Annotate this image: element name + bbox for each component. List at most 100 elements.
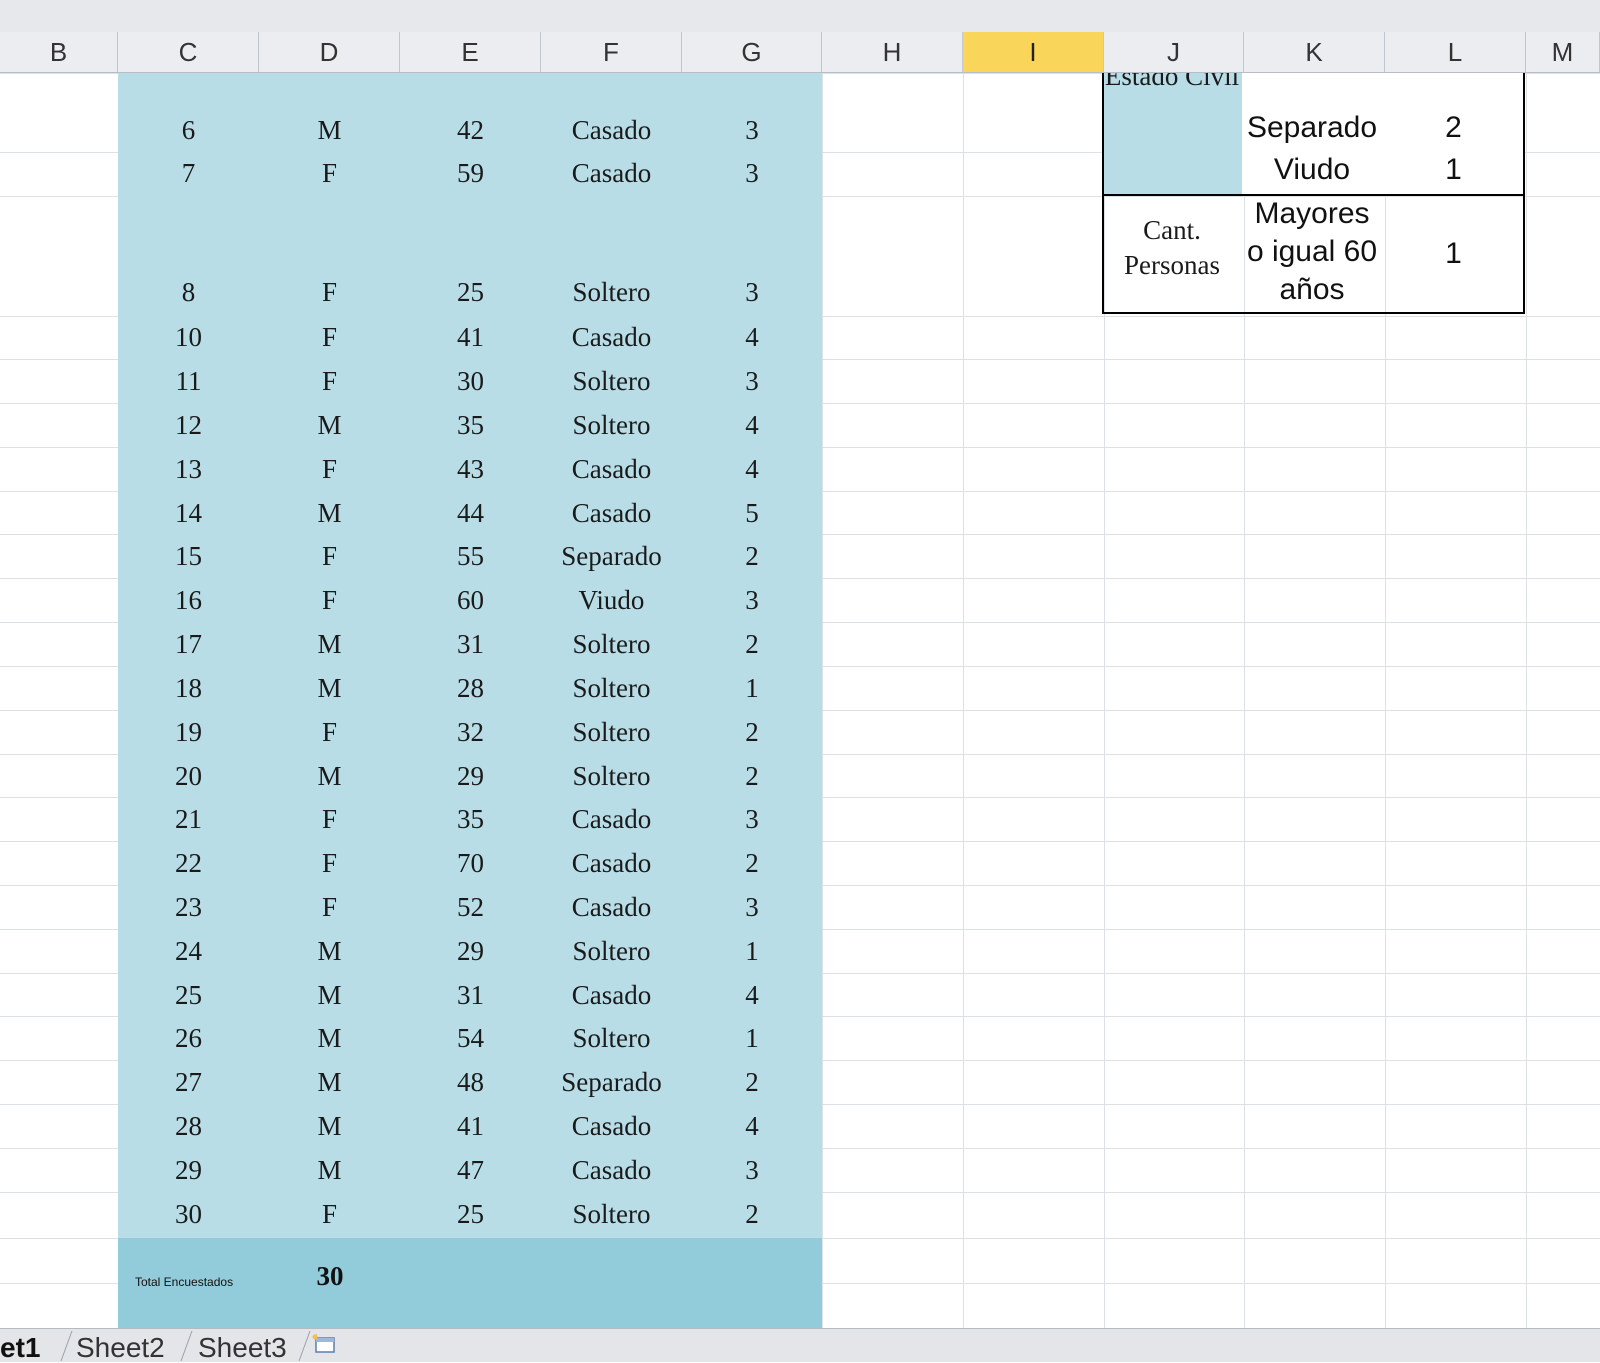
cell-d[interactable]: M — [259, 491, 400, 535]
cell-f[interactable]: Casado — [541, 108, 682, 152]
cell-g[interactable]: 2 — [682, 622, 822, 666]
cell-c[interactable]: 7 — [118, 151, 259, 195]
column-header-d[interactable]: D — [259, 32, 400, 72]
column-header-m[interactable]: M — [1526, 32, 1600, 72]
cell-c[interactable]: 12 — [118, 403, 259, 447]
cell-e[interactable]: 47 — [400, 1148, 541, 1192]
cell-e[interactable]: 29 — [400, 754, 541, 798]
insert-sheet-icon[interactable] — [310, 1333, 338, 1355]
cell-f[interactable]: Soltero — [541, 1192, 682, 1236]
cell-d[interactable]: M — [259, 1148, 400, 1192]
cell-e[interactable]: 35 — [400, 403, 541, 447]
cell-grid[interactable]: 6 M 42 Casado 3 7 F 59 Casado 3 8 F 25 Soltero 3 10 F 41 C… — [0, 73, 1600, 1328]
cell-e[interactable]: 54 — [400, 1016, 541, 1060]
cell-d[interactable]: F — [259, 447, 400, 491]
column-header-e[interactable]: E — [400, 32, 541, 72]
cell-g[interactable]: 3 — [682, 797, 822, 841]
cell-f[interactable]: Soltero — [541, 270, 682, 314]
sheet-tab-3[interactable]: Sheet3 — [198, 1333, 287, 1362]
cell-e[interactable]: 41 — [400, 1104, 541, 1148]
column-header-g[interactable]: G — [682, 32, 822, 72]
cell-f[interactable]: Soltero — [541, 666, 682, 710]
cell-g[interactable]: 3 — [682, 578, 822, 622]
cell-f[interactable]: Casado — [541, 797, 682, 841]
cell-g[interactable]: 2 — [682, 534, 822, 578]
cell-d[interactable]: F — [259, 315, 400, 359]
cell-d[interactable]: M — [259, 666, 400, 710]
column-header-b[interactable]: B — [0, 32, 118, 72]
cell-c[interactable]: 11 — [118, 359, 259, 403]
cell-g[interactable]: 4 — [682, 973, 822, 1017]
cell-e[interactable]: 32 — [400, 710, 541, 754]
cell-g[interactable]: 3 — [682, 151, 822, 195]
cell-e[interactable]: 52 — [400, 885, 541, 929]
cell-g[interactable]: 1 — [682, 666, 822, 710]
cell-e[interactable]: 55 — [400, 534, 541, 578]
cell-c[interactable]: 22 — [118, 841, 259, 885]
cell-d[interactable]: M — [259, 929, 400, 973]
cell-d[interactable]: F — [259, 1192, 400, 1236]
column-header-h[interactable]: H — [822, 32, 963, 72]
cell-g[interactable]: 4 — [682, 1104, 822, 1148]
cell-d[interactable]: M — [259, 1060, 400, 1104]
cell-e[interactable]: 44 — [400, 491, 541, 535]
cell-c[interactable]: 19 — [118, 710, 259, 754]
cell-f[interactable]: Casado — [541, 315, 682, 359]
cell-c[interactable]: 18 — [118, 666, 259, 710]
cell-d[interactable]: M — [259, 108, 400, 152]
cell-c[interactable]: 20 — [118, 754, 259, 798]
cell-f[interactable]: Soltero — [541, 359, 682, 403]
cell-c[interactable]: 6 — [118, 108, 259, 152]
sheet-tab-2[interactable]: Sheet2 — [76, 1333, 165, 1362]
cell-g[interactable]: 1 — [682, 1016, 822, 1060]
cell-d[interactable]: M — [259, 973, 400, 1017]
cell-f[interactable]: Viudo — [541, 578, 682, 622]
cell-g[interactable]: 2 — [682, 841, 822, 885]
cell-f[interactable]: Casado — [541, 491, 682, 535]
cell-c[interactable]: 26 — [118, 1016, 259, 1060]
sheet-tab-1[interactable]: et1 — [0, 1333, 40, 1362]
cell-e[interactable]: 31 — [400, 622, 541, 666]
cell-g[interactable]: 3 — [682, 359, 822, 403]
cell-f[interactable]: Soltero — [541, 710, 682, 754]
cell-c[interactable]: 13 — [118, 447, 259, 491]
cell-d[interactable]: F — [259, 885, 400, 929]
cell-f[interactable]: Casado — [541, 1104, 682, 1148]
cell-g[interactable]: 3 — [682, 108, 822, 152]
cell-g[interactable]: 2 — [682, 1060, 822, 1104]
cell-d[interactable]: M — [259, 1016, 400, 1060]
cell-e[interactable]: 25 — [400, 270, 541, 314]
column-header-i[interactable]: I — [963, 32, 1104, 72]
cell-f[interactable]: Casado — [541, 973, 682, 1017]
cell-e[interactable]: 70 — [400, 841, 541, 885]
cell-c[interactable]: 8 — [118, 270, 259, 314]
cell-f[interactable]: Casado — [541, 151, 682, 195]
cell-f[interactable]: Soltero — [541, 929, 682, 973]
cell-d[interactable]: F — [259, 359, 400, 403]
cell-c[interactable]: 16 — [118, 578, 259, 622]
cell-e[interactable]: 25 — [400, 1192, 541, 1236]
column-header-k[interactable]: K — [1244, 32, 1385, 72]
cell-f[interactable]: Soltero — [541, 622, 682, 666]
cell-g[interactable]: 4 — [682, 447, 822, 491]
column-header-j[interactable]: J — [1104, 32, 1244, 72]
cell-f[interactable]: Separado — [541, 534, 682, 578]
cell-g[interactable]: 4 — [682, 403, 822, 447]
cell-c[interactable]: 27 — [118, 1060, 259, 1104]
column-header-f[interactable]: F — [541, 32, 682, 72]
cell-c[interactable]: 25 — [118, 973, 259, 1017]
cell-e[interactable]: 29 — [400, 929, 541, 973]
cell-e[interactable]: 31 — [400, 973, 541, 1017]
cell-d[interactable]: F — [259, 841, 400, 885]
cell-e[interactable]: 41 — [400, 315, 541, 359]
column-header-c[interactable]: C — [118, 32, 259, 72]
cell-g[interactable]: 2 — [682, 710, 822, 754]
cell-d[interactable]: F — [259, 710, 400, 754]
cell-c[interactable]: 10 — [118, 315, 259, 359]
cell-d[interactable]: M — [259, 754, 400, 798]
cell-e[interactable]: 60 — [400, 578, 541, 622]
cell-g[interactable]: 2 — [682, 754, 822, 798]
cell-f[interactable]: Soltero — [541, 403, 682, 447]
cell-d[interactable]: F — [259, 797, 400, 841]
cell-e[interactable]: 42 — [400, 108, 541, 152]
